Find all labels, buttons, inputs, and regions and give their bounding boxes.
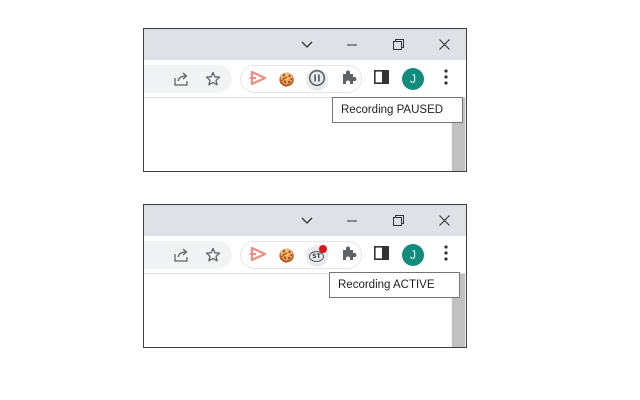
restore-button[interactable] [380, 29, 416, 60]
cookie-icon: 🍪 [278, 248, 296, 263]
star-icon[interactable] [204, 70, 222, 88]
restore-icon [392, 215, 404, 226]
tab-search-button[interactable] [289, 205, 325, 236]
recording-icon: ST [308, 245, 327, 265]
browser-toolbar: 🍪 ST J [144, 236, 466, 274]
recording-status-tooltip: Recording ACTIVE [329, 272, 460, 298]
profile-avatar[interactable]: J [402, 244, 424, 266]
minimize-button[interactable] [334, 205, 370, 236]
play-extension-button[interactable] [247, 245, 269, 267]
kebab-menu-icon [444, 244, 448, 266]
menu-button[interactable] [436, 68, 456, 90]
close-icon [438, 215, 450, 226]
side-panel-button[interactable] [371, 69, 391, 89]
side-panel-icon [373, 245, 389, 265]
star-icon[interactable] [204, 246, 222, 264]
minimize-icon [347, 216, 357, 226]
play-extension-icon [249, 70, 267, 90]
puzzle-icon [341, 245, 357, 266]
restore-button[interactable] [380, 205, 416, 236]
recorder-extension-button[interactable] [306, 69, 328, 91]
extensions-button[interactable] [339, 69, 359, 89]
title-bar [144, 29, 466, 60]
play-extension-icon [249, 246, 267, 266]
chevron-down-icon [301, 217, 313, 225]
tab-search-button[interactable] [289, 29, 325, 60]
kebab-menu-icon [444, 68, 448, 90]
minimize-button[interactable] [334, 29, 370, 60]
close-button[interactable] [426, 205, 462, 236]
puzzle-icon [341, 69, 357, 90]
cookie-extension-button[interactable]: 🍪 [276, 245, 298, 267]
close-icon [438, 39, 450, 50]
side-panel-button[interactable] [371, 245, 391, 265]
cookie-extension-button[interactable]: 🍪 [276, 69, 298, 91]
browser-window-active: 🍪 ST J Recording ACTIVE [143, 204, 467, 348]
cookie-icon: 🍪 [278, 72, 296, 87]
browser-window-paused: 🍪 J Recording PAUSED [143, 28, 467, 172]
side-panel-icon [373, 69, 389, 89]
share-icon[interactable] [173, 70, 191, 88]
minimize-icon [347, 40, 357, 50]
play-extension-button[interactable] [247, 69, 269, 91]
close-button[interactable] [426, 29, 462, 60]
recorder-extension-button[interactable]: ST [306, 245, 328, 267]
restore-icon [392, 39, 404, 50]
extensions-button[interactable] [339, 245, 359, 265]
address-bar[interactable] [144, 241, 232, 269]
browser-toolbar: 🍪 J [144, 60, 466, 98]
title-bar [144, 205, 466, 236]
menu-button[interactable] [436, 244, 456, 266]
recording-status-tooltip: Recording PAUSED [332, 97, 463, 123]
address-bar[interactable] [144, 65, 232, 93]
pause-icon [308, 69, 326, 92]
share-icon[interactable] [173, 246, 191, 264]
chevron-down-icon [301, 41, 313, 49]
record-dot-icon [319, 245, 327, 253]
profile-avatar[interactable]: J [402, 68, 424, 90]
